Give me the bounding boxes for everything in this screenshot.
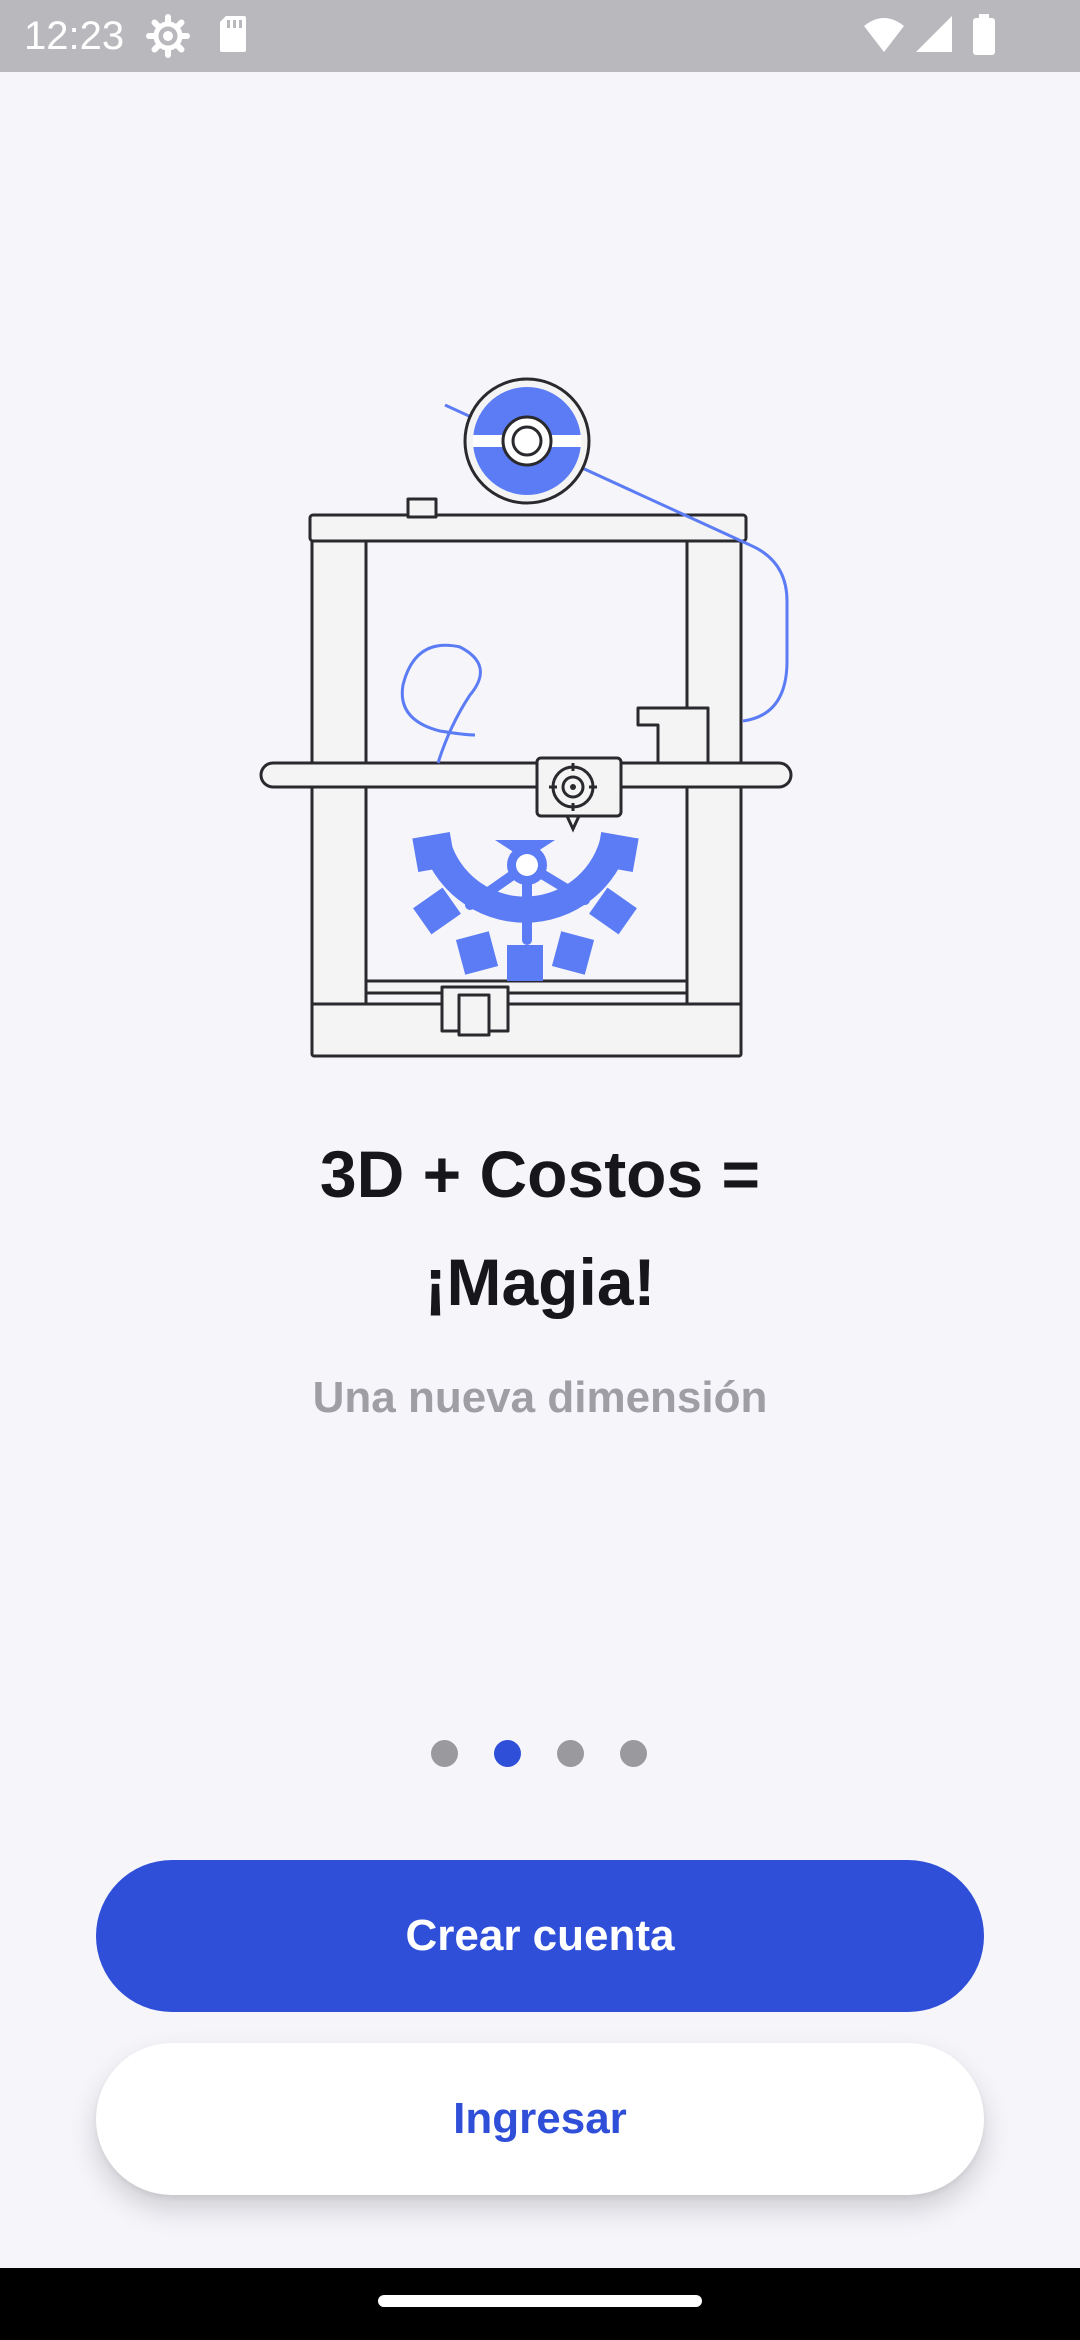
battery-icon: [973, 14, 995, 55]
page-dot-4[interactable]: [620, 1740, 647, 1767]
login-button[interactable]: Ingresar: [96, 2043, 984, 2195]
onboarding-subtitle: Una nueva dimensión: [312, 1373, 768, 1422]
page-dot-3[interactable]: [557, 1740, 584, 1767]
settings-gear-icon: [146, 14, 190, 58]
page-dot-2-active[interactable]: [494, 1740, 521, 1767]
status-bar: 12:23: [0, 0, 1080, 72]
status-time: 12:23: [24, 14, 125, 58]
title-line-2: ¡Magia!: [424, 1245, 656, 1319]
onboarding-title: 3D + Costos = ¡Magia!: [0, 1120, 1080, 1336]
sd-card-icon: [220, 16, 246, 52]
create-account-button[interactable]: Crear cuenta: [96, 1860, 984, 2012]
cell-signal-icon: [916, 16, 952, 52]
home-gesture-handle[interactable]: [378, 2295, 702, 2307]
page-indicator: [0, 1740, 1080, 1768]
3d-printer-illustration: [259, 377, 793, 1058]
wifi-icon: [864, 18, 904, 52]
title-line-1: 3D + Costos =: [319, 1137, 761, 1211]
page-dot-1[interactable]: [431, 1740, 458, 1767]
